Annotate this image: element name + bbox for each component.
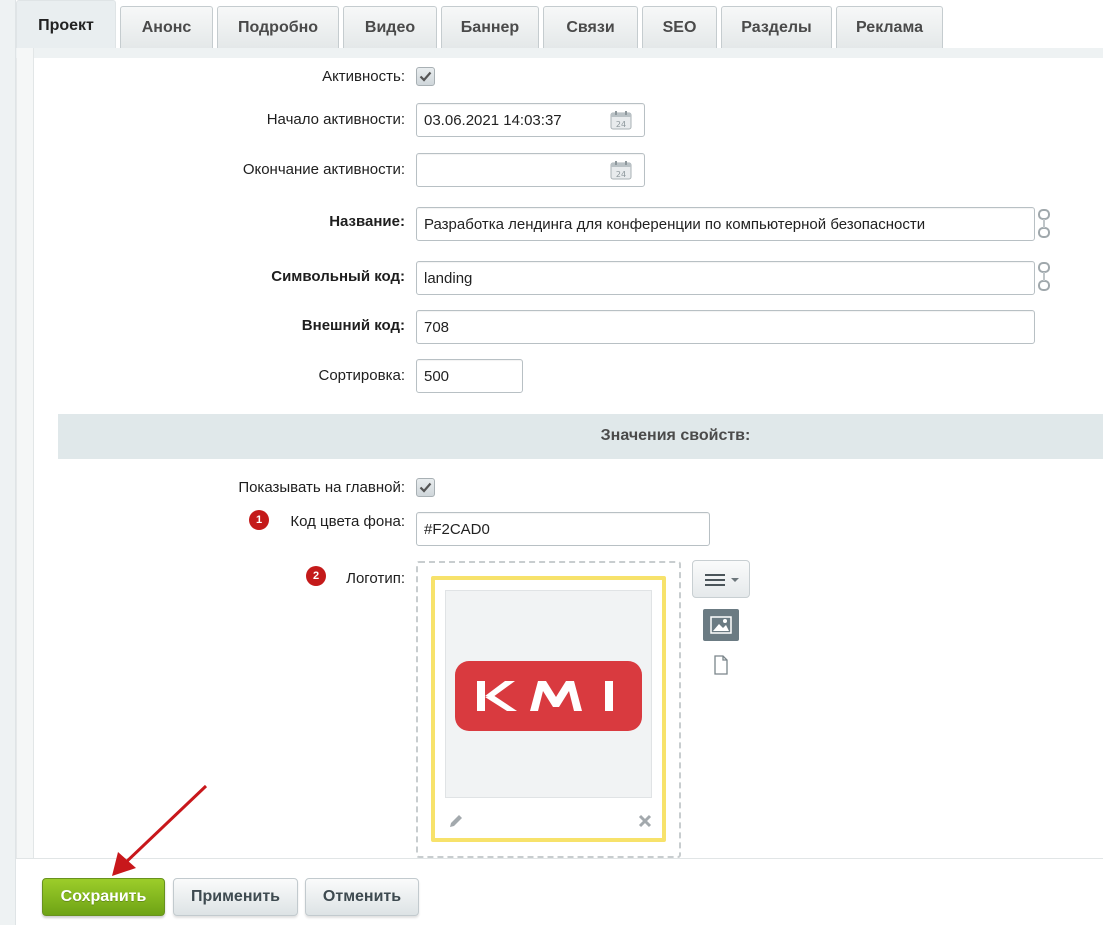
start-date-value: 03.06.2021 14:03:37 <box>424 112 562 129</box>
tab-sections[interactable]: Разделы <box>721 6 832 48</box>
step-badge-2: 2 <box>306 566 326 586</box>
start-label: Начало активности: <box>266 111 405 128</box>
tab-banner[interactable]: Баннер <box>441 6 539 48</box>
xml-label: Внешний код: <box>301 317 405 334</box>
start-date-input[interactable]: 03.06.2021 14:03:37 24 <box>416 103 645 137</box>
tab-seo[interactable]: SEO <box>642 6 717 48</box>
apply-button[interactable]: Применить <box>173 878 298 916</box>
red-arrow-annotation <box>112 784 208 876</box>
tab-ads[interactable]: Реклама <box>836 6 943 48</box>
edit-icon[interactable] <box>447 812 465 830</box>
properties-section-title: Значения свойств: <box>600 427 751 444</box>
bg-color-input[interactable]: #F2CAD0 <box>416 512 710 546</box>
cancel-button[interactable]: Отменить <box>305 878 419 916</box>
code-label: Символьный код: <box>271 268 405 285</box>
logo-preview <box>445 590 652 798</box>
kmi-logo-icon <box>477 681 613 711</box>
logo-label: Логотип: <box>346 570 405 587</box>
name-label: Название: <box>329 213 405 230</box>
menu-icon <box>705 574 739 586</box>
logo-card[interactable] <box>431 576 666 842</box>
image-icon <box>710 616 732 634</box>
link-icon[interactable] <box>1037 262 1051 292</box>
check-icon <box>419 482 432 493</box>
end-label: Окончание активности: <box>242 161 405 178</box>
tab-bar: Проект Анонс Подробно Видео Баннер Связи… <box>16 0 1103 48</box>
name-input[interactable]: Разработка лендинга для конференции по к… <box>416 207 1035 241</box>
bg-color-label: Код цвета фона: <box>290 513 405 530</box>
link-icon[interactable] <box>1037 209 1051 239</box>
save-button[interactable]: Сохранить <box>42 878 165 916</box>
step-badge-1: 1 <box>249 510 269 530</box>
end-date-input[interactable]: 24 <box>416 153 645 187</box>
code-input[interactable]: landing <box>416 261 1035 295</box>
image-button[interactable] <box>703 609 739 641</box>
close-icon[interactable] <box>637 813 653 829</box>
sort-input[interactable]: 500 <box>416 359 523 393</box>
check-icon <box>419 71 432 82</box>
show-main-label: Показывать на главной: <box>238 479 405 496</box>
sort-label: Сортировка: <box>318 367 406 384</box>
active-label: Активность: <box>322 68 405 85</box>
calendar-icon[interactable]: 24 <box>610 110 632 130</box>
file-icon[interactable] <box>712 655 730 675</box>
tab-project[interactable]: Проект <box>16 0 116 48</box>
logo-menu-button[interactable] <box>692 560 750 598</box>
svg-text:24: 24 <box>616 170 626 179</box>
left-border <box>0 0 16 925</box>
content-left-gutter <box>17 48 34 858</box>
tab-announce[interactable]: Анонс <box>120 6 213 48</box>
tab-video[interactable]: Видео <box>343 6 437 48</box>
svg-text:24: 24 <box>616 120 626 129</box>
show-main-checkbox[interactable] <box>416 478 435 497</box>
tab-links[interactable]: Связи <box>543 6 638 48</box>
active-checkbox[interactable] <box>416 67 435 86</box>
properties-section-header: Значения свойств: <box>58 414 1103 459</box>
content-top-strip <box>16 48 1103 58</box>
xml-input[interactable]: 708 <box>416 310 1035 344</box>
kmi-logo-image <box>455 661 642 731</box>
calendar-icon[interactable]: 24 <box>610 160 632 180</box>
tab-details[interactable]: Подробно <box>217 6 339 48</box>
